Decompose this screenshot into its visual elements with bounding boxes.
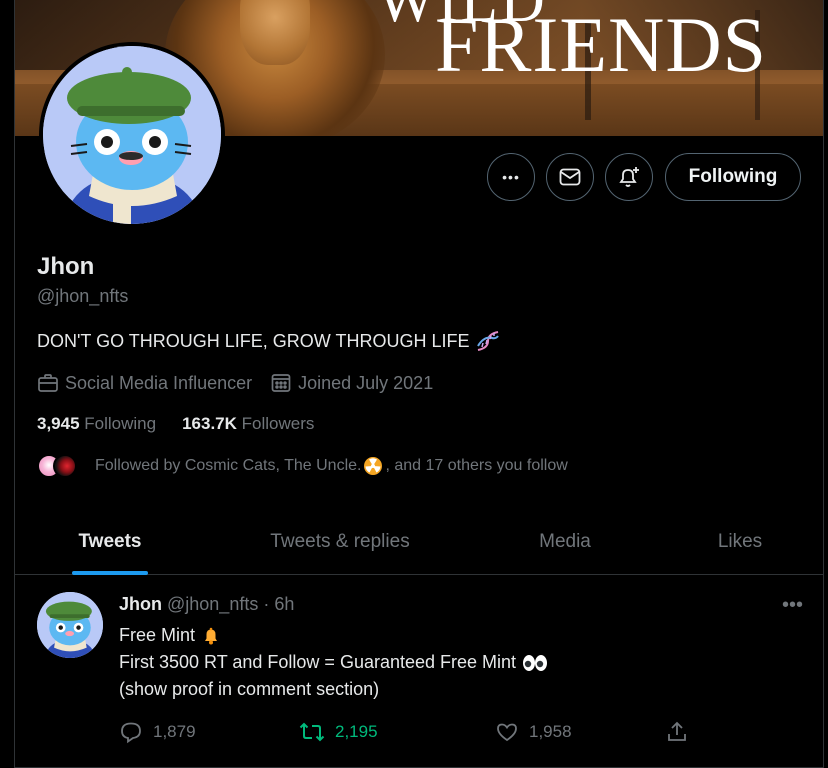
tab-label: Tweets [78, 530, 142, 552]
profile-bio: DON'T GO THROUGH LIFE, GROW THROUGH LIFE [37, 328, 501, 354]
tab-tweets-replies[interactable]: Tweets & replies [205, 508, 475, 575]
followers-count-label: Followers [241, 414, 315, 433]
profile-page: WILD FRIENDS ••• Following Jhon @jhon_nf… [14, 0, 824, 768]
tweet[interactable]: Jhon @jhon_nfts · 6h ••• Free Mint First… [15, 576, 823, 768]
reply-count: 1,879 [153, 722, 196, 741]
tweet-more-button[interactable]: ••• [782, 594, 803, 617]
like-count: 1,958 [529, 722, 572, 741]
tab-label: Likes [717, 530, 763, 552]
like-button[interactable]: 1,958 [495, 720, 665, 744]
followed-by-text: Followed by Cosmic Cats, The Uncle. , an… [95, 456, 568, 476]
tweet-line-3: (show proof in comment section) [119, 679, 380, 699]
joined-label: Joined July 2021 [298, 372, 434, 393]
calendar-icon [271, 374, 291, 392]
tweet-author-name[interactable]: Jhon [119, 594, 162, 615]
reply-button[interactable]: 1,879 [119, 720, 299, 744]
tweet-line-2: First 3500 RT and Follow = Guaranteed Fr… [119, 652, 517, 672]
tab-label: Tweets & replies [270, 530, 410, 552]
follower-avatar [53, 454, 77, 478]
profile-avatar[interactable] [39, 42, 225, 228]
retweet-count: 2,195 [335, 722, 378, 741]
profile-tabs: Tweets Tweets & replies Media Likes [15, 508, 823, 575]
category-label: Social Media Influencer [65, 372, 253, 393]
eyes-emoji-icon [523, 654, 548, 671]
tweet-line: Free Mint [119, 622, 548, 649]
reply-icon [121, 722, 141, 744]
active-tab-indicator [72, 571, 148, 575]
tweet-text: Free Mint First 3500 RT and Follow = Gua… [119, 622, 548, 703]
retweet-button[interactable]: 2,195 [299, 720, 495, 744]
radioactive-icon [364, 457, 383, 475]
bell-plus-icon [619, 167, 639, 187]
tab-tweets[interactable]: Tweets [15, 508, 205, 575]
following-count: 3,945 [37, 414, 80, 433]
tab-media[interactable]: Media [475, 508, 655, 575]
tweet-header: Jhon @jhon_nfts · 6h [119, 594, 294, 615]
tweet-time[interactable]: · 6h [263, 594, 294, 615]
more-icon: ••• [502, 169, 520, 185]
retweet-icon [299, 722, 325, 742]
tweet-line-1: Free Mint [119, 625, 196, 645]
bell-emoji-icon [205, 627, 218, 644]
profile-name: Jhon [37, 253, 95, 280]
profile-meta: Social Media Influencer Joined July 2021 [37, 372, 451, 394]
banner-lion-face [240, 0, 310, 65]
tweet-avatar[interactable] [37, 592, 103, 658]
mail-icon [559, 168, 581, 186]
share-icon [668, 721, 686, 741]
followed-by-suffix: , and 17 others you follow [385, 457, 568, 474]
profile-category: Social Media Influencer [37, 372, 252, 394]
followers-count-link[interactable]: 163.7K Followers [182, 414, 314, 434]
tab-likes[interactable]: Likes [655, 508, 823, 575]
followed-by-prefix: Followed by Cosmic Cats, The Uncle. [95, 457, 362, 474]
avatar-image [43, 46, 221, 224]
heart-icon [497, 723, 517, 742]
tweet-author-handle[interactable]: @jhon_nfts [167, 594, 258, 615]
profile-joined: Joined July 2021 [270, 372, 433, 394]
tweet-actions: 1,879 2,195 1,958 [119, 720, 699, 744]
briefcase-icon [38, 374, 58, 392]
tweet-line: First 3500 RT and Follow = Guaranteed Fr… [119, 649, 548, 676]
following-button[interactable]: Following [665, 153, 801, 201]
share-button[interactable] [665, 720, 689, 744]
notifications-button[interactable] [605, 153, 653, 201]
bio-text: DON'T GO THROUGH LIFE, GROW THROUGH LIFE [37, 330, 470, 351]
following-count-label: Following [84, 414, 157, 433]
more-options-button[interactable]: ••• [487, 153, 535, 201]
followers-count: 163.7K [182, 414, 237, 433]
profile-handle: @jhon_nfts [37, 286, 129, 306]
following-count-link[interactable]: 3,945 Following [37, 414, 156, 434]
message-button[interactable] [546, 153, 594, 201]
dna-icon [477, 331, 500, 351]
follow-counts: 3,945 Following 163.7K Followers [37, 414, 314, 434]
followed-by[interactable]: Followed by Cosmic Cats, The Uncle. , an… [37, 454, 568, 478]
tab-label: Media [539, 530, 591, 552]
banner-title-line2: FRIENDS [435, 1, 768, 88]
